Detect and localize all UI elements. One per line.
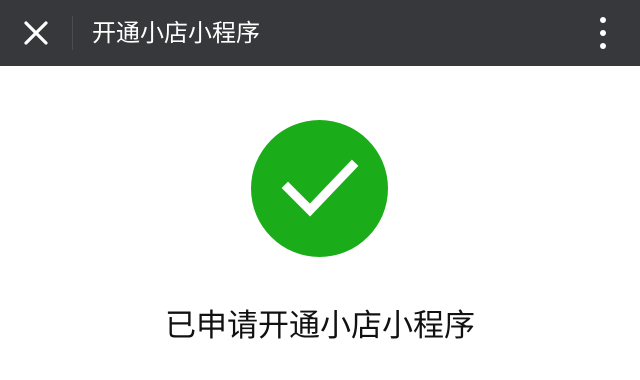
top-navigation-bar: 开通小店小程序 — [0, 0, 640, 66]
page-title: 开通小店小程序 — [92, 19, 260, 47]
more-vertical-icon-dot — [600, 30, 606, 36]
more-vertical-icon-dot — [600, 43, 606, 49]
close-button[interactable] — [17, 14, 55, 52]
close-icon — [24, 21, 48, 45]
header-divider — [72, 16, 73, 50]
more-options-button[interactable] — [588, 13, 618, 53]
success-message: 已申请开通小店小程序 — [165, 308, 475, 344]
success-check-icon — [251, 120, 388, 257]
app-window: 开通小店小程序 已申请开通小店小程序 — [0, 0, 640, 380]
more-vertical-icon — [600, 17, 606, 23]
